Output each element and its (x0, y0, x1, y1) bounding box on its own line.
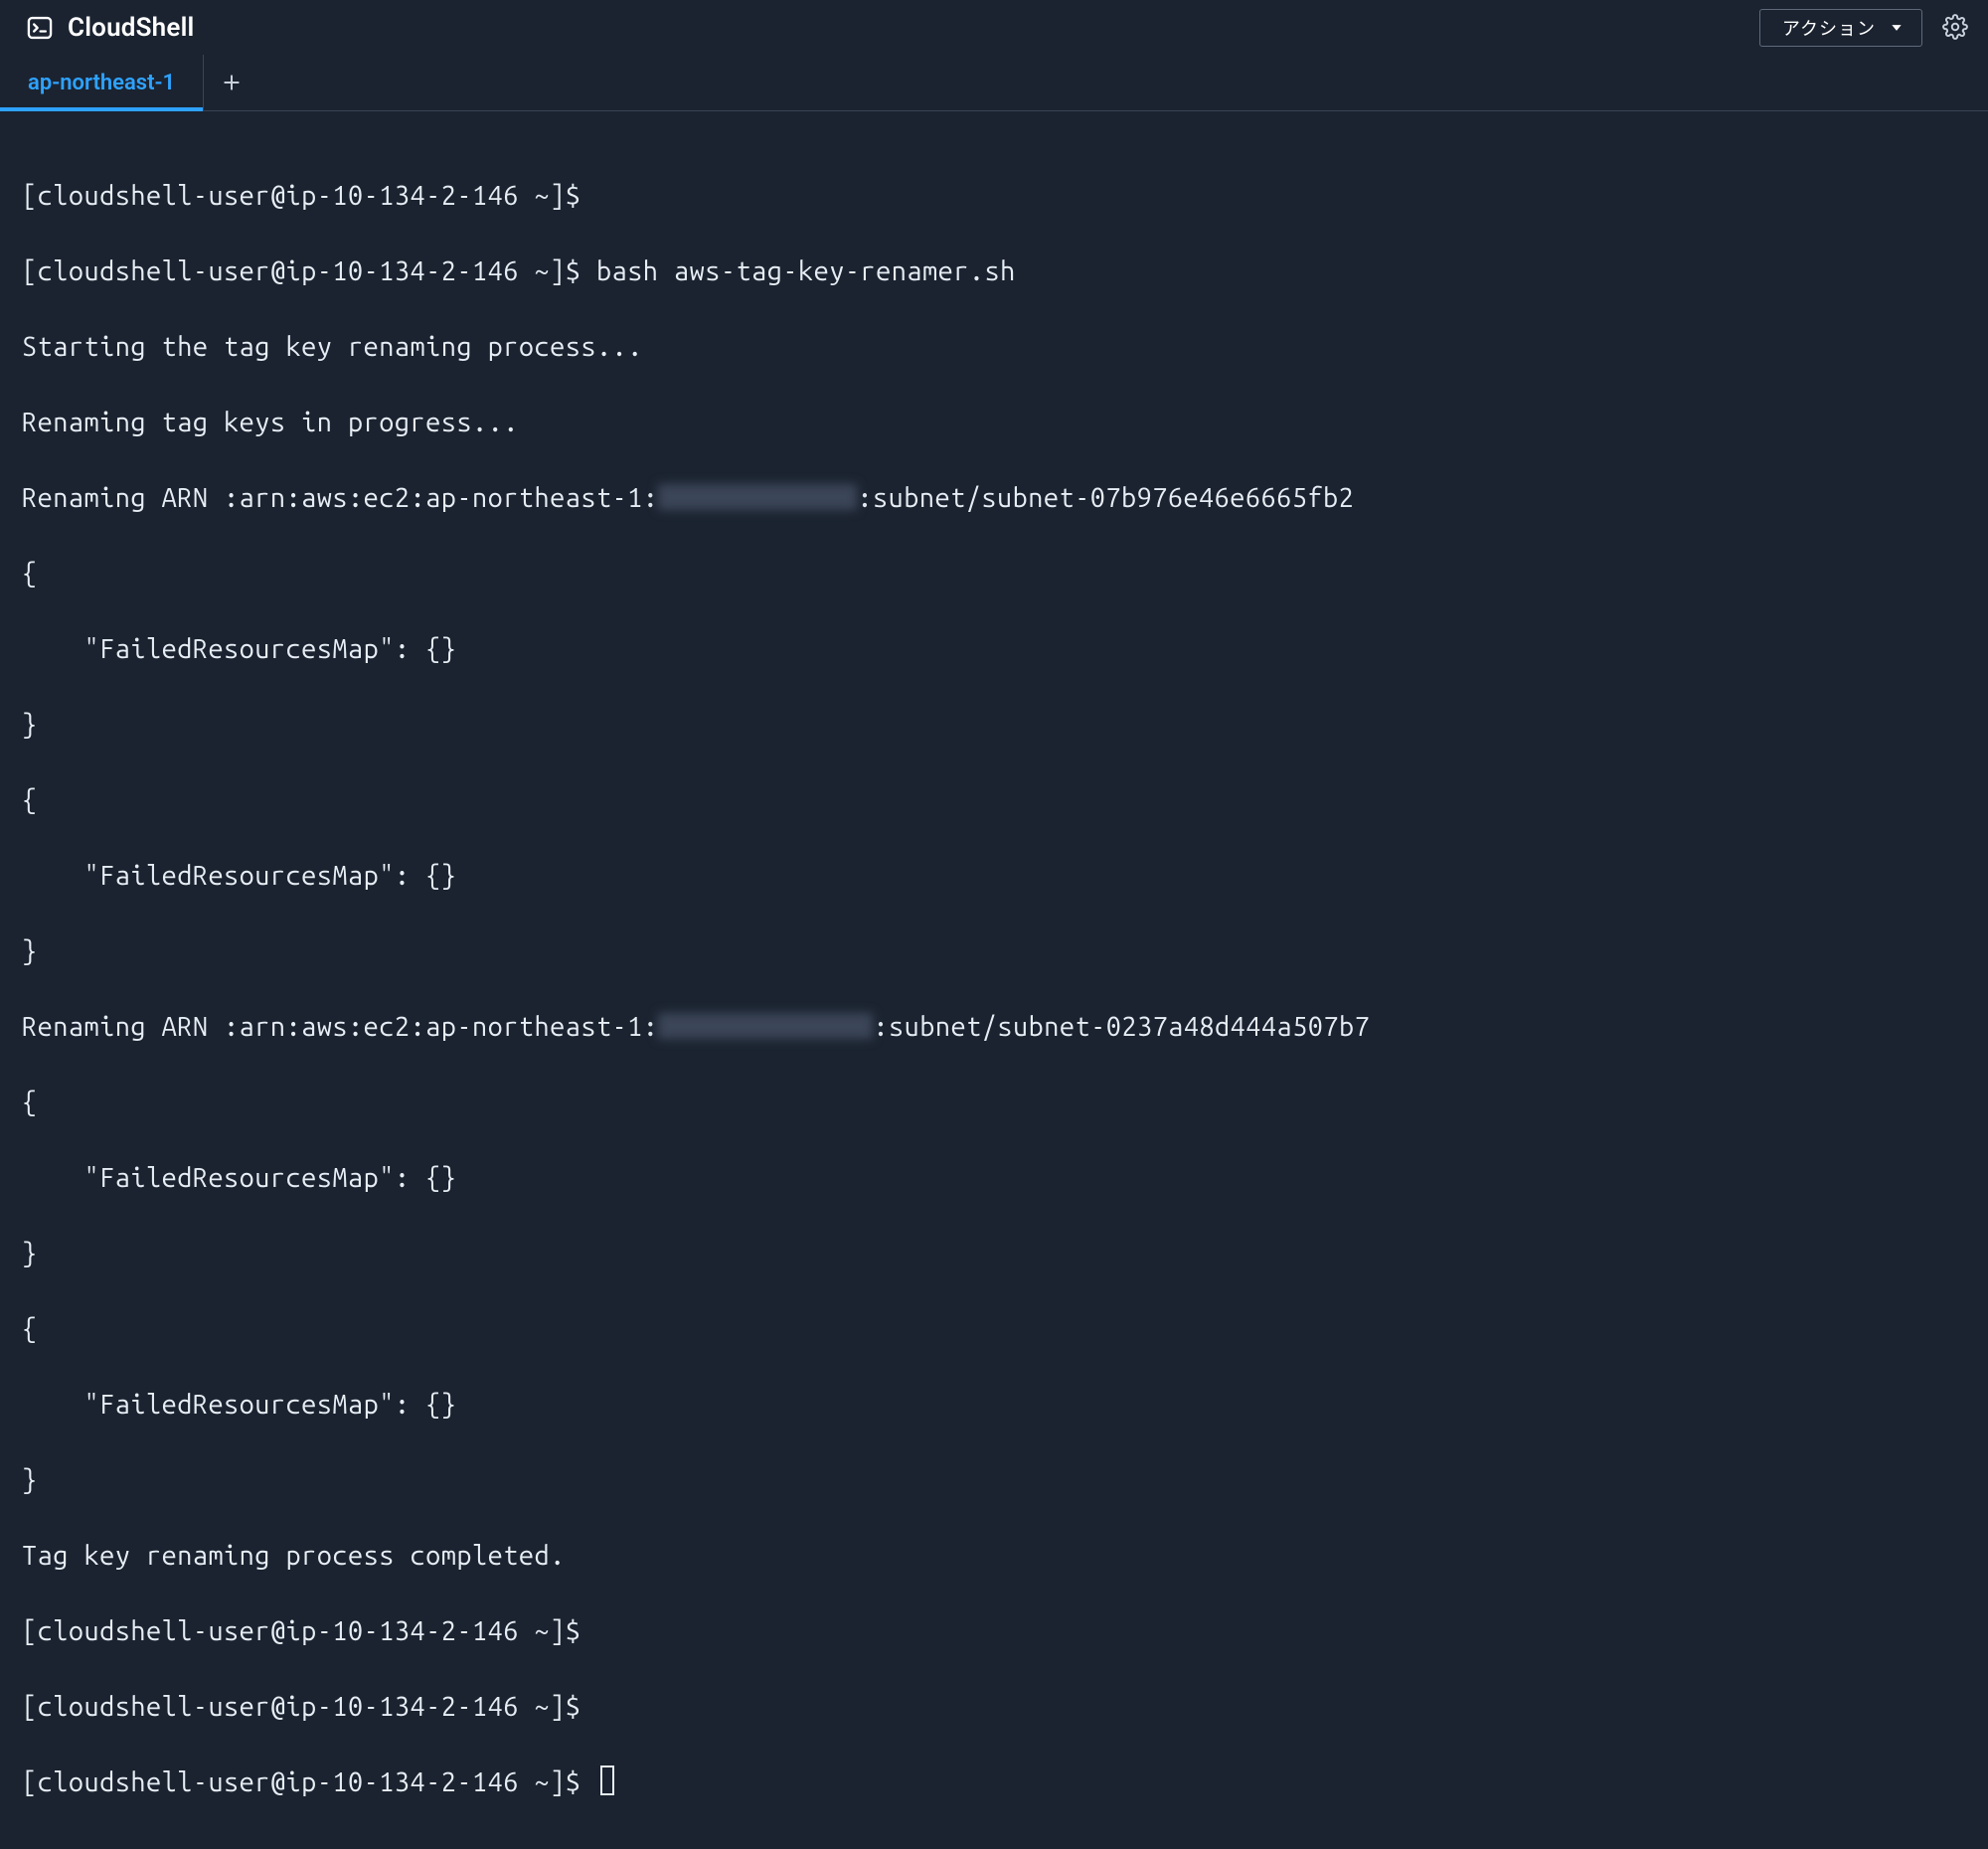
terminal-line: { (22, 781, 1966, 819)
output: { (22, 559, 38, 588)
terminal-line: { (22, 555, 1966, 592)
terminal-line: } (22, 932, 1966, 970)
output: :subnet/subnet-07b976e46e6665fb2 (857, 483, 1354, 513)
command (580, 1692, 596, 1722)
output: { (22, 1088, 38, 1117)
terminal-line: Renaming tag keys in progress... (22, 404, 1966, 441)
terminal-line: } (22, 1235, 1966, 1272)
output: { (22, 1314, 38, 1344)
output: Tag key renaming process completed. (22, 1541, 566, 1571)
actions-dropdown[interactable]: アクション (1759, 9, 1922, 47)
terminal-line: [cloudshell-user@ip-10-134-2-146 ~]$ (22, 1688, 1966, 1726)
chevron-down-icon (1890, 21, 1904, 35)
output: "FailedResourcesMap": {} (22, 861, 456, 891)
prompt: [cloudshell-user@ip-10-134-2-146 ~]$ (22, 181, 580, 211)
terminal-icon (26, 14, 54, 42)
terminal-line: "FailedResourcesMap": {} (22, 1386, 1966, 1424)
command (580, 1767, 596, 1797)
output: } (22, 710, 38, 740)
plus-icon (222, 69, 242, 97)
output: "FailedResourcesMap": {} (22, 634, 456, 664)
terminal-line: { (22, 1310, 1966, 1348)
terminal-output[interactable]: [cloudshell-user@ip-10-134-2-146 ~]$ [cl… (0, 111, 1988, 1849)
output: Renaming ARN :arn:aws:ec2:ap-northeast-1… (22, 483, 658, 513)
command: bash aws-tag-key-renamer.sh (580, 256, 1015, 286)
tab-label: ap-northeast-1 (28, 71, 175, 95)
header-right: アクション (1759, 9, 1970, 47)
gear-icon (1942, 14, 1968, 43)
terminal-line: } (22, 706, 1966, 744)
prompt: [cloudshell-user@ip-10-134-2-146 ~]$ (22, 1616, 580, 1646)
terminal-line: Starting the tag key renaming process... (22, 328, 1966, 366)
terminal-line: { (22, 1084, 1966, 1121)
terminal-line: [cloudshell-user@ip-10-134-2-146 ~]$ (22, 1612, 1966, 1650)
terminal-line: Renaming ARN :arn:aws:ec2:ap-northeast-1… (22, 1008, 1966, 1046)
redacted-account-id (658, 484, 857, 510)
output: } (22, 1465, 38, 1495)
actions-dropdown-label: アクション (1782, 15, 1876, 41)
new-tab-button[interactable] (204, 55, 259, 110)
header-left: CloudShell (26, 13, 195, 43)
settings-button[interactable] (1940, 12, 1970, 45)
output: Renaming tag keys in progress... (22, 408, 519, 437)
cursor (600, 1765, 614, 1795)
terminal-line: [cloudshell-user@ip-10-134-2-146 ~]$ bas… (22, 252, 1966, 290)
prompt: [cloudshell-user@ip-10-134-2-146 ~]$ (22, 1767, 580, 1797)
output: :subnet/subnet-0237a48d444a507b7 (873, 1012, 1370, 1042)
command (580, 1616, 596, 1646)
terminal-line: "FailedResourcesMap": {} (22, 630, 1966, 668)
page-title: CloudShell (68, 13, 195, 43)
header-bar: CloudShell アクション (0, 0, 1988, 56)
output: } (22, 936, 38, 966)
terminal-line: [cloudshell-user@ip-10-134-2-146 ~]$ (22, 1764, 1966, 1801)
terminal-line: } (22, 1461, 1966, 1499)
terminal-line: "FailedResourcesMap": {} (22, 1159, 1966, 1197)
command (580, 181, 596, 211)
redacted-account-id (658, 1013, 873, 1039)
tab-bar: ap-northeast-1 (0, 56, 1988, 111)
output: Starting the tag key renaming process... (22, 332, 643, 362)
output: { (22, 785, 38, 815)
output: } (22, 1239, 38, 1268)
prompt: [cloudshell-user@ip-10-134-2-146 ~]$ (22, 256, 580, 286)
tab-region[interactable]: ap-northeast-1 (0, 55, 204, 110)
terminal-line: Renaming ARN :arn:aws:ec2:ap-northeast-1… (22, 479, 1966, 517)
terminal-line: Tag key renaming process completed. (22, 1537, 1966, 1575)
prompt: [cloudshell-user@ip-10-134-2-146 ~]$ (22, 1692, 580, 1722)
output: "FailedResourcesMap": {} (22, 1390, 456, 1420)
terminal-line: [cloudshell-user@ip-10-134-2-146 ~]$ (22, 177, 1966, 215)
terminal-line: "FailedResourcesMap": {} (22, 857, 1966, 895)
output: "FailedResourcesMap": {} (22, 1163, 456, 1193)
output: Renaming ARN :arn:aws:ec2:ap-northeast-1… (22, 1012, 658, 1042)
